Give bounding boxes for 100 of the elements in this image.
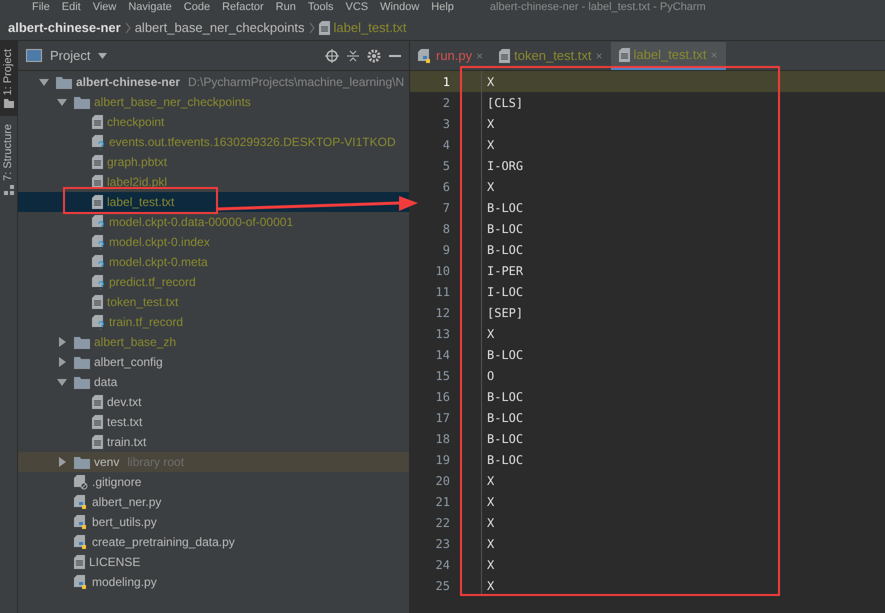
tree-item[interactable]: albert_base_zh — [18, 332, 409, 352]
line-number: 17 — [434, 410, 451, 426]
menu-item[interactable]: File — [32, 1, 50, 14]
code-text: [SEP] — [486, 304, 524, 322]
tree-item[interactable]: model.ckpt-0.data-00000-of-00001 — [18, 212, 409, 232]
unknown-file-icon — [92, 214, 105, 230]
tree-item[interactable]: model.ckpt-0.meta — [18, 252, 409, 272]
line-number: 15 — [434, 368, 451, 384]
tree-item-label: checkpoint — [107, 114, 164, 131]
breadcrumb[interactable]: albert_base_ner_checkpoints — [134, 18, 305, 38]
tree-item-label: events.out.tfevents.1630299326.DESKTOP-VI1TKOD — [109, 134, 396, 151]
unknown-file-icon — [92, 234, 105, 250]
tree-item-label: predict.tf_record — [109, 274, 196, 291]
panel-title[interactable]: Project — [50, 46, 90, 66]
document-icon — [92, 155, 103, 169]
collapsed-arrow-icon[interactable] — [58, 457, 66, 467]
tree-item[interactable]: train.tf_record — [18, 312, 409, 332]
code-text: [CLS] — [486, 94, 524, 112]
tree-item-label: venv — [94, 454, 120, 471]
folder-icon — [56, 76, 72, 88]
tree-item[interactable]: albert-chinese-ner D:\PycharmProjects\machine_learning\N — [18, 72, 409, 92]
tree-item-label: model.ckpt-0.data-00000-of-00001 — [109, 214, 294, 231]
tree-item[interactable]: albert_ner.py — [18, 492, 409, 512]
line-number: 16 — [434, 388, 451, 406]
python-file-icon — [74, 574, 88, 590]
menu-item[interactable]: Navigate — [128, 1, 172, 14]
breadcrumb[interactable]: albert-chinese-ner — [8, 18, 121, 38]
code-text: X — [486, 472, 494, 490]
code-text: O — [486, 368, 494, 384]
folder-icon — [74, 356, 90, 368]
menu-item[interactable]: Run — [276, 1, 296, 14]
menu-item[interactable]: Tools — [308, 1, 334, 14]
menu-item[interactable]: Help — [431, 1, 454, 14]
tree-item[interactable]: test.txt — [18, 412, 409, 432]
tree-item-label: create_pretraining_data.py — [92, 534, 235, 551]
tool-window-tab[interactable]: 7: Structure — [0, 116, 17, 204]
line-number: 6 — [442, 178, 451, 196]
tool-window-tab[interactable]: 1: Project — [0, 41, 17, 116]
tree-item-label: test.txt — [107, 414, 142, 431]
breadcrumb[interactable]: label_test.txt — [334, 18, 407, 38]
panel-icon — [26, 49, 42, 62]
code-text: I-PER — [486, 262, 524, 280]
tree-item[interactable]: modeling.py — [18, 572, 409, 592]
caret-icon[interactable] — [98, 52, 108, 58]
menu-item[interactable]: View — [92, 1, 116, 14]
window-title: albert-chinese-ner - label_test.txt - PyCharm — [490, 1, 706, 14]
tree-item-label: LICENSE — [89, 554, 140, 571]
tree-item[interactable]: dev.txt — [18, 392, 409, 412]
ignored-file-icon — [74, 474, 88, 490]
line-number: 5 — [442, 158, 451, 174]
expanded-arrow-icon[interactable] — [57, 98, 67, 106]
tree-item[interactable]: label2id.pkl — [18, 172, 409, 192]
unknown-file-icon — [92, 274, 105, 290]
code-text: I-LOC — [486, 284, 524, 300]
editor-tab[interactable]: token_test.txt × — [491, 42, 610, 70]
menu-item[interactable]: VCS — [346, 1, 368, 14]
tree-item[interactable]: albert_config — [18, 352, 409, 372]
folder-icon — [74, 456, 90, 468]
tree-item[interactable]: graph.pbtxt — [18, 152, 409, 172]
tree-item[interactable]: label_test.txt — [18, 192, 409, 212]
menu-item[interactable]: Code — [184, 1, 210, 14]
crosshair-icon[interactable] — [325, 48, 339, 62]
menu-item[interactable]: Window — [380, 1, 420, 14]
code-text: X — [486, 578, 494, 594]
tree-item-label: graph.pbtxt — [107, 154, 168, 171]
tree-item-label: albert-chinese-ner — [76, 74, 180, 91]
line-number: 24 — [434, 556, 451, 574]
unknown-file-icon — [92, 134, 105, 150]
document-icon — [318, 20, 330, 34]
tree-item-label: token_test.txt — [107, 294, 178, 311]
code-text: B-LOC — [486, 388, 524, 406]
expanded-arrow-icon[interactable] — [57, 378, 67, 386]
expanded-arrow-icon[interactable] — [39, 78, 49, 86]
tree-item[interactable]: LICENSE — [18, 552, 409, 572]
settings-icon[interactable] — [367, 48, 381, 62]
collapse-icon[interactable] — [347, 48, 359, 62]
tree-item[interactable]: create_pretraining_data.py — [18, 532, 409, 552]
line-number: 12 — [434, 304, 451, 322]
menu-item[interactable]: Edit — [62, 1, 81, 14]
tree-item-label: albert_ner.py — [92, 494, 162, 511]
tree-item[interactable]: predict.tf_record — [18, 272, 409, 292]
tree-item[interactable]: albert_base_ner_checkpoints — [18, 92, 409, 112]
code-text: B-LOC — [486, 430, 524, 448]
tree-item[interactable]: model.ckpt-0.index — [18, 232, 409, 252]
minimize-icon[interactable] — [389, 54, 401, 56]
tree-item[interactable]: events.out.tfevents.1630299326.DESKTOP-VI1TKOD — [18, 132, 409, 152]
tree-item[interactable]: token_test.txt — [18, 292, 409, 312]
code-text: X — [486, 116, 494, 132]
tree-item[interactable]: data — [18, 372, 409, 392]
folder-icon — [74, 96, 90, 108]
code-text: X — [486, 536, 494, 552]
line-number: 11 — [434, 284, 451, 300]
structure-icon — [4, 185, 14, 196]
tree-item[interactable]: bert_utils.py — [18, 512, 409, 532]
line-number: 8 — [442, 220, 451, 238]
tree-item-label: albert_config — [94, 354, 163, 371]
tree-item[interactable]: checkpoint — [18, 112, 409, 132]
tree-item[interactable]: train.txt — [18, 432, 409, 452]
tree-item[interactable]: .gitignore — [18, 472, 409, 492]
menu-item[interactable]: Refactor — [222, 1, 264, 14]
